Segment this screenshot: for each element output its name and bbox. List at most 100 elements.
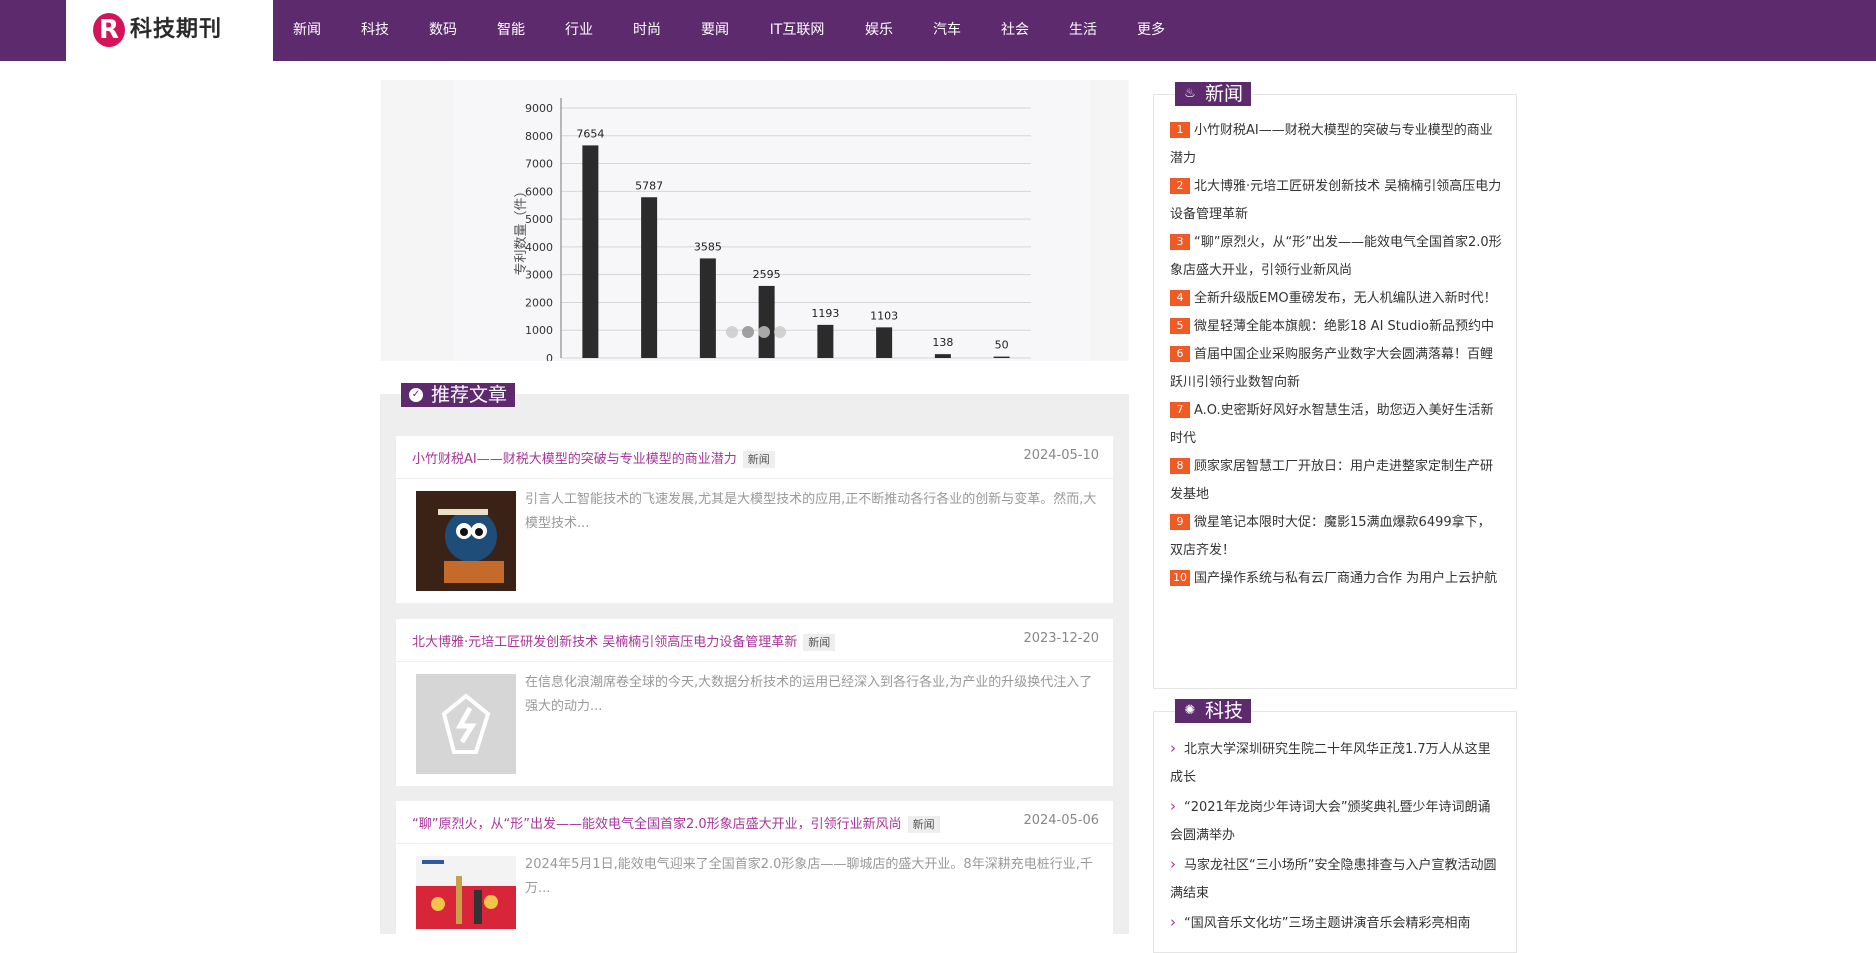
image-slider[interactable]: 9000 8000 7000 6000 5000 4000 3000 2000 1000 0 专利数… xyxy=(381,80,1129,361)
chart-data-label: 5787 xyxy=(635,179,663,192)
nav-item-headlines[interactable]: 要闻 xyxy=(681,0,749,61)
fire-icon: ♨ xyxy=(1184,86,1196,101)
category-badge[interactable]: 新闻 xyxy=(907,816,940,833)
article-title-row: 小竹财税AI——财税大模型的突破与专业模型的商业潜力 新闻 xyxy=(412,448,775,468)
list-item-title[interactable]: 微星笔记本限时大促：魔影15满血爆款6499拿下，双店齐发！ xyxy=(1170,515,1491,558)
category-badge[interactable]: 新闻 xyxy=(803,634,836,651)
list-item[interactable]: 1 小竹财税AI——财税大模型的突破与专业模型的商业潜力 xyxy=(1170,117,1502,173)
chevron-right-icon: › xyxy=(1170,739,1176,757)
article-head: 北大博雅·元培工匠研发创新技术 吴楠楠引领高压电力设备管理革新 新闻 2023-1… xyxy=(412,631,1099,651)
divider xyxy=(396,661,1113,662)
nav-item-smart[interactable]: 智能 xyxy=(477,0,545,61)
tech-news-list: › 北京大学深圳研究生院二十年风华正茂1.7万人从这里成长 › “2021年龙岗少年… xyxy=(1170,734,1502,938)
list-item-title[interactable]: 马家龙社区“三小场所”安全隐患排查与入户宣教活动圆满结束 xyxy=(1170,858,1496,901)
list-item[interactable]: › “国风音乐文化坊”三场主题讲演音乐会精彩亮相南 xyxy=(1170,908,1502,938)
article-card[interactable]: “聊”原烈火，从“形”出发——能效电气全国首家2.0形象店盛大开业，引领行业新风… xyxy=(396,801,1113,941)
list-item-title[interactable]: 首届中国企业采购服务产业数字大会圆满落幕！百鲤跃川引领行业数智向新 xyxy=(1170,347,1493,390)
nav-item-tech[interactable]: 科技 xyxy=(341,0,409,61)
article-title[interactable]: “聊”原烈火，从“形”出发——能效电气全国首家2.0形象店盛大开业，引领行业新风… xyxy=(412,817,902,832)
sidebar-tech-box: › 北京大学深圳研究生院二十年风华正茂1.7万人从这里成长 › “2021年龙岗少年… xyxy=(1153,711,1517,953)
article-card[interactable]: 北大博雅·元培工匠研发创新技术 吴楠楠引领高压电力设备管理革新 新闻 2023-1… xyxy=(396,619,1113,786)
list-item-title[interactable]: 微星轻薄全能本旗舰：绝影18 AI Studio新品预约中 xyxy=(1194,319,1494,334)
list-item[interactable]: 5 微星轻薄全能本旗舰：绝影18 AI Studio新品预约中 xyxy=(1170,313,1502,341)
list-item-title[interactable]: A.O.史密斯好风好水智慧生活，助您迈入美好生活新时代 xyxy=(1170,403,1494,446)
rank-badge: 9 xyxy=(1170,514,1190,530)
article-thumbnail[interactable] xyxy=(416,491,516,591)
nav-item-it-internet[interactable]: IT互联网 xyxy=(749,0,845,61)
nav-item-digital[interactable]: 数码 xyxy=(409,0,477,61)
list-item-title[interactable]: “聊”原烈火，从“形”出发——能效电气全国首家2.0形象店盛大开业，引领行业新风… xyxy=(1170,235,1502,278)
list-item-title[interactable]: “2021年龙岗少年诗词大会”颁奖典礼暨少年诗词朗诵会圆满举办 xyxy=(1170,800,1491,843)
list-item[interactable]: 10 国产操作系统与私有云厂商通力合作 为用户上云护航 xyxy=(1170,565,1502,593)
chart-y-tick-label: 1000 xyxy=(525,324,553,337)
slide-image[interactable]: 9000 8000 7000 6000 5000 4000 3000 2000 1000 0 专利数… xyxy=(453,80,1091,361)
nav-item-auto[interactable]: 汽车 xyxy=(913,0,981,61)
article-title-row: “聊”原烈火，从“形”出发——能效电气全国首家2.0形象店盛大开业，引领行业新风… xyxy=(412,813,940,833)
section-tag-news: ♨ 新闻 xyxy=(1175,82,1252,106)
chart-bar xyxy=(876,327,893,358)
list-item[interactable]: 6 首届中国企业采购服务产业数字大会圆满落幕！百鲤跃川引领行业数智向新 xyxy=(1170,341,1502,397)
list-item[interactable]: 4 全新升级版EMO重磅发布，无人机编队进入新时代！ xyxy=(1170,285,1502,313)
slider-dot[interactable] xyxy=(758,326,770,338)
logo-text: 科技期刊 xyxy=(130,17,223,42)
chart-data-label: 7654 xyxy=(576,127,604,140)
article-card[interactable]: 小竹财税AI——财税大模型的突破与专业模型的商业潜力 新闻 2024-05-10 … xyxy=(396,436,1113,603)
article-thumbnail-placeholder[interactable] xyxy=(416,674,516,774)
nav-item-entertainment[interactable]: 娱乐 xyxy=(845,0,913,61)
category-badge[interactable]: 新闻 xyxy=(742,451,775,468)
list-item[interactable]: 9 微星笔记本限时大促：魔影15满血爆款6499拿下，双店齐发！ xyxy=(1170,509,1502,565)
nav-item-news[interactable]: 新闻 xyxy=(273,0,341,61)
list-item[interactable]: 7 A.O.史密斯好风好水智慧生活，助您迈入美好生活新时代 xyxy=(1170,397,1502,453)
divider xyxy=(396,843,1113,844)
chart-bar xyxy=(641,197,658,358)
list-item[interactable]: › 北京大学深圳研究生院二十年风华正茂1.7万人从这里成长 xyxy=(1170,734,1502,792)
chevron-right-icon: › xyxy=(1170,797,1176,815)
article-summary: 在信息化浪潮席卷全球的今天,大数据分析技术的运用已经深入到各行各业,为产业的升级… xyxy=(525,675,1093,714)
article-thumbnail[interactable] xyxy=(416,856,516,929)
article-title[interactable]: 北大博雅·元培工匠研发创新技术 吴楠楠引领高压电力设备管理革新 xyxy=(412,635,797,650)
site-logo[interactable]: R 科技期刊 xyxy=(66,0,273,61)
chart-bar xyxy=(934,354,951,358)
nav-item-more[interactable]: 更多 xyxy=(1117,0,1185,61)
article-head: 小竹财税AI——财税大模型的突破与专业模型的商业潜力 新闻 2024-05-10 xyxy=(412,448,1099,468)
logo-mark: R xyxy=(93,13,125,47)
slider-dot[interactable] xyxy=(774,326,786,338)
nav-item-fashion[interactable]: 时尚 xyxy=(613,0,681,61)
list-item[interactable]: 2 北大博雅·元培工匠研发创新技术 吴楠楠引领高压电力设备管理革新 xyxy=(1170,173,1502,229)
list-item-title[interactable]: 小竹财税AI——财税大模型的突破与专业模型的商业潜力 xyxy=(1170,123,1493,166)
chart-data-label: 50 xyxy=(995,339,1009,352)
chart-bar xyxy=(758,285,775,358)
list-item[interactable]: › “2021年龙岗少年诗词大会”颁奖典礼暨少年诗词朗诵会圆满举办 xyxy=(1170,792,1502,850)
list-item-title[interactable]: 顾家家居智慧工厂开放日：用户走进整家定制生产研发基地 xyxy=(1170,459,1493,502)
slider-dot[interactable] xyxy=(742,326,754,338)
article-title[interactable]: 小竹财税AI——财税大模型的突破与专业模型的商业潜力 xyxy=(412,452,737,467)
list-item[interactable]: 8 顾家家居智慧工厂开放日：用户走进整家定制生产研发基地 xyxy=(1170,453,1502,509)
list-item-title[interactable]: 北京大学深圳研究生院二十年风华正茂1.7万人从这里成长 xyxy=(1170,742,1491,785)
section-title: 科技 xyxy=(1205,700,1244,722)
chart-y-tick-label: 2000 xyxy=(525,296,553,309)
main-nav: 新闻 科技 数码 智能 行业 时尚 要闻 IT互联网 娱乐 汽车 社会 生活 更… xyxy=(273,0,1185,61)
list-item-title[interactable]: 国产操作系统与私有云厂商通力合作 为用户上云护航 xyxy=(1194,571,1497,586)
chevron-right-icon: › xyxy=(1170,913,1176,931)
list-item-title[interactable]: 北大博雅·元培工匠研发创新技术 吴楠楠引领高压电力设备管理革新 xyxy=(1170,179,1501,222)
chart-y-tick-label: 9000 xyxy=(525,102,553,115)
chart-bar xyxy=(817,324,834,358)
nav-item-life[interactable]: 生活 xyxy=(1049,0,1117,61)
section-title: 新闻 xyxy=(1205,83,1244,105)
list-item[interactable]: 3 “聊”原烈火，从“形”出发——能效电气全国首家2.0形象店盛大开业，引领行业新… xyxy=(1170,229,1502,285)
section-tag-recommended: ✓ 推荐文章 xyxy=(401,383,516,407)
article-date: 2023-12-20 xyxy=(1023,631,1099,646)
list-item-title[interactable]: 全新升级版EMO重磅发布，无人机编队进入新时代！ xyxy=(1194,291,1497,306)
recommended-articles-panel: 小竹财税AI——财税大模型的突破与专业模型的商业潜力 新闻 2024-05-10 … xyxy=(380,394,1129,941)
divider xyxy=(396,478,1113,479)
chart-y-tick-label: 3000 xyxy=(525,269,553,282)
nav-item-industry[interactable]: 行业 xyxy=(545,0,613,61)
tech-icon: ✺ xyxy=(1184,703,1196,718)
slider-dot[interactable] xyxy=(726,326,738,338)
rank-badge: 10 xyxy=(1170,570,1190,586)
chart-y-tick-label: 4000 xyxy=(525,241,553,254)
compass-icon: ✓ xyxy=(409,388,423,402)
rank-badge: 7 xyxy=(1170,402,1190,418)
list-item[interactable]: › 马家龙社区“三小场所”安全隐患排查与入户宣教活动圆满结束 xyxy=(1170,850,1502,908)
nav-item-society[interactable]: 社会 xyxy=(981,0,1049,61)
